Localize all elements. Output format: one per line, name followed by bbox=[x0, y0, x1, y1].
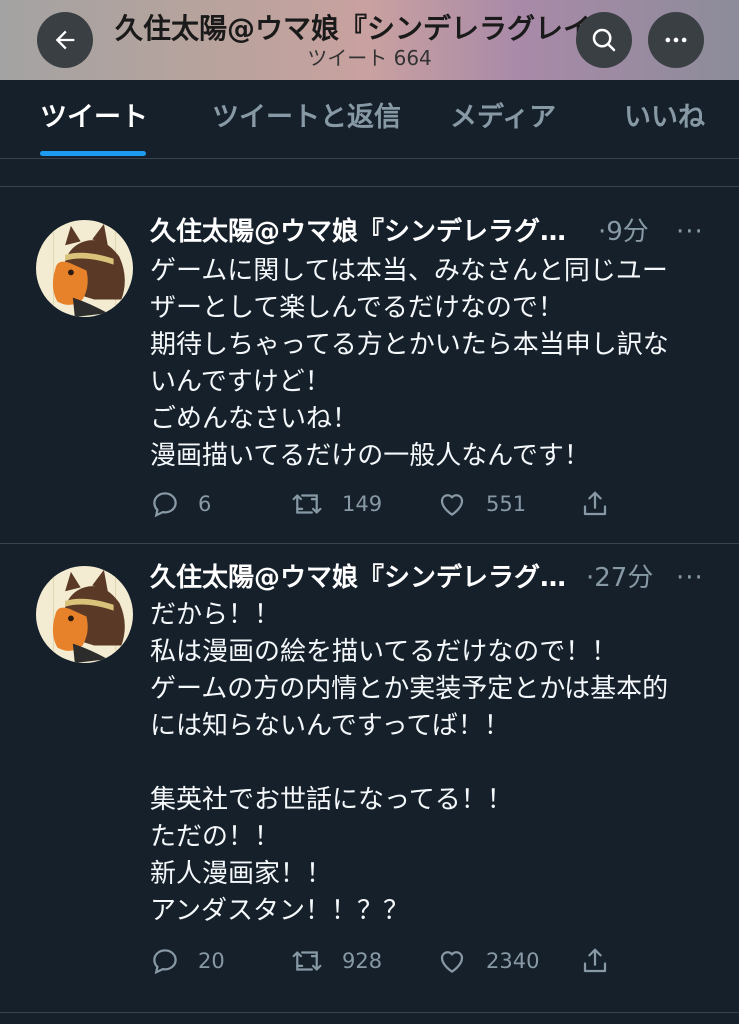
tweet-text-line: アンダスタン！！？？ bbox=[150, 896, 409, 926]
tweet-text-line: 集英社でお世話になってる！！ bbox=[150, 785, 513, 815]
search-icon bbox=[592, 28, 616, 52]
tab-tweets[interactable]: ツイート bbox=[40, 100, 148, 136]
tweet-text-line: ごめんなさいね！ bbox=[150, 404, 359, 434]
author-name[interactable]: 久住太陽@ウマ娘『シンデレラグ… bbox=[150, 215, 580, 249]
tweet-text-line: には知らないんですってば！！ bbox=[150, 711, 510, 741]
reply-count: 6 bbox=[198, 492, 212, 516]
tweet-text-line: 漫画描いてるだけの一般人なんです！ bbox=[150, 441, 590, 471]
retweet-count: 928 bbox=[342, 949, 383, 973]
reply-button[interactable]: 6 bbox=[150, 489, 211, 519]
tweet-text-line: ザーとして楽しんでるだけなので！ bbox=[150, 293, 564, 323]
tweet-text-line: ゲームの方の内情とか実装予定とかは基本的 bbox=[150, 674, 669, 704]
heart-icon bbox=[440, 494, 464, 516]
avatar[interactable] bbox=[36, 566, 133, 663]
more-horizontal-icon bbox=[665, 37, 687, 43]
tweet[interactable]: 久住太陽@ウマ娘『シンデレラグ… ·27分 ··· だから！！ 私は漫画の絵を描… bbox=[0, 544, 739, 1012]
profile-header: 久住太陽@ウマ娘『シンデレラグレイ ツイート 664 bbox=[0, 0, 739, 80]
tweet-more-button[interactable]: ··· bbox=[676, 561, 704, 595]
share-button[interactable] bbox=[580, 489, 610, 519]
like-button[interactable]: 551 bbox=[436, 489, 526, 519]
share-icon bbox=[583, 948, 607, 973]
like-count: 2340 bbox=[486, 949, 540, 973]
header-title: 久住太陽@ウマ娘『シンデレラグレイ bbox=[115, 12, 592, 45]
share-button[interactable] bbox=[580, 946, 610, 976]
like-count: 551 bbox=[486, 492, 527, 516]
author-name[interactable]: 久住太陽@ウマ娘『シンデレラグ… bbox=[150, 561, 580, 595]
tab-media[interactable]: メディア bbox=[450, 100, 556, 136]
tweet[interactable]: 久住太陽@ウマ娘『シンデレラグ… ·9分 ··· ゲームに関しては本当、みなさん… bbox=[0, 187, 739, 543]
tab-likes[interactable]: いいね bbox=[624, 100, 705, 136]
tweet-time[interactable]: ·27分 bbox=[586, 561, 653, 595]
reply-icon bbox=[153, 949, 177, 975]
tweet-more-button[interactable]: ··· bbox=[676, 215, 704, 249]
tweet-text-line: 新人漫画家！！ bbox=[150, 859, 333, 889]
active-tab-indicator bbox=[40, 151, 146, 156]
tweet-time[interactable]: ·9分 bbox=[598, 215, 649, 249]
tweet-text-line: いんですけど！ bbox=[150, 367, 331, 397]
tweet-text-line: ゲームに関しては本当、みなさんと同じユー bbox=[150, 256, 668, 286]
retweet-button[interactable]: 928 bbox=[290, 946, 382, 976]
reply-count: 20 bbox=[198, 949, 225, 973]
avatar[interactable] bbox=[36, 220, 133, 317]
tweet-text-line: 私は漫画の絵を描いてるだけなので！！ bbox=[150, 637, 618, 667]
avatar-image bbox=[36, 220, 133, 317]
retweet-button[interactable]: 149 bbox=[290, 489, 382, 519]
retweet-icon bbox=[292, 494, 322, 514]
tweet-text-line: 期待しちゃってる方とかいたら本当申し訳な bbox=[150, 330, 669, 360]
reply-button[interactable]: 20 bbox=[150, 946, 225, 976]
reply-icon bbox=[153, 492, 177, 518]
share-icon bbox=[583, 491, 607, 516]
tweet-text-line: だから！！ bbox=[150, 600, 281, 630]
search-button[interactable] bbox=[576, 12, 632, 68]
more-button[interactable] bbox=[648, 12, 704, 68]
retweet-icon bbox=[292, 951, 322, 971]
profile-tabs: ツイート ツイートと返信 メディア いいね bbox=[0, 80, 739, 159]
like-button[interactable]: 2340 bbox=[436, 946, 539, 976]
tweet-text-line: ただの！！ bbox=[150, 822, 281, 852]
avatar-image bbox=[36, 566, 133, 663]
tweet-divider bbox=[0, 1012, 739, 1013]
tab-tweets-and-replies[interactable]: ツイートと返信 bbox=[212, 100, 401, 136]
heart-icon bbox=[440, 951, 464, 973]
retweet-count: 149 bbox=[342, 492, 383, 516]
